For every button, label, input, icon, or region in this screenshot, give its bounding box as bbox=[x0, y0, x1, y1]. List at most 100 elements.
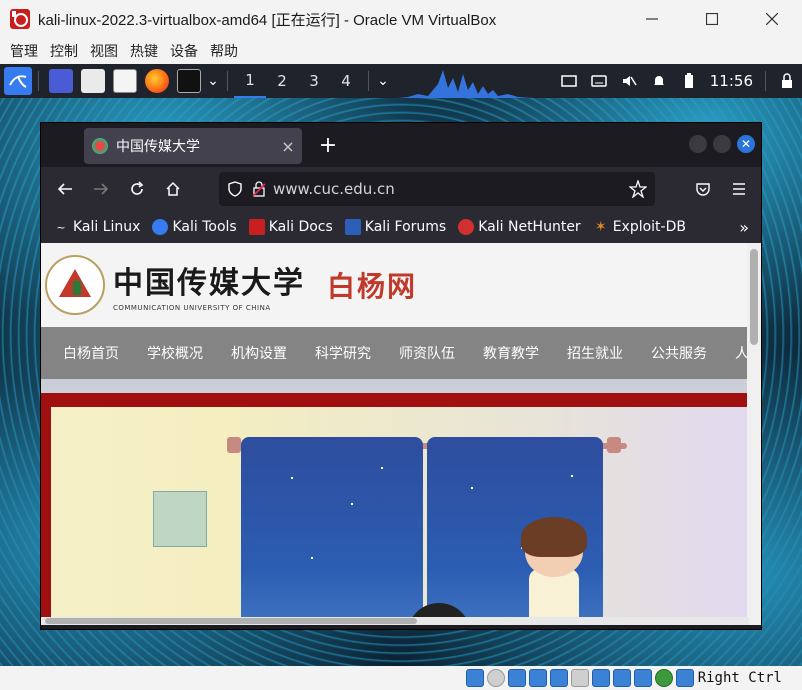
nav-departments[interactable]: 机构设置 bbox=[231, 343, 287, 363]
bookmark-label: Kali NetHunter bbox=[478, 219, 581, 235]
shared-folders-icon[interactable] bbox=[570, 669, 589, 687]
nav-faculty[interactable]: 师资队伍 bbox=[399, 343, 455, 363]
bookmarks-overflow-icon[interactable]: » bbox=[739, 218, 749, 237]
bookmark-exploit-db[interactable]: ✶ Exploit-DB bbox=[593, 219, 686, 235]
bookmark-kali-nethunter[interactable]: Kali NetHunter bbox=[458, 219, 581, 235]
nav-education[interactable]: 教育教学 bbox=[483, 343, 539, 363]
video-capture-icon[interactable] bbox=[612, 669, 631, 687]
nav-research[interactable]: 科学研究 bbox=[315, 343, 371, 363]
bookmark-star-icon[interactable] bbox=[629, 180, 647, 198]
notification-bell-icon[interactable] bbox=[644, 64, 674, 98]
horizontal-scroll-thumb[interactable] bbox=[45, 618, 417, 624]
forward-button[interactable] bbox=[83, 171, 119, 207]
star-decoration bbox=[381, 467, 383, 469]
window-titlebar: kali-linux-2022.3-virtualbox-amd64 [正在运行… bbox=[0, 0, 802, 38]
nav-admissions[interactable]: 招生就业 bbox=[567, 343, 623, 363]
chevron-down-icon[interactable]: ⌄ bbox=[375, 64, 391, 98]
vertical-scroll-thumb[interactable] bbox=[750, 249, 758, 345]
minimize-button[interactable] bbox=[622, 0, 682, 38]
web-page[interactable]: 中国传媒大学 COMMUNICATION UNIVERSITY OF CHINA… bbox=[41, 243, 749, 625]
firefox-launcher-icon[interactable] bbox=[145, 69, 169, 93]
reload-button[interactable] bbox=[119, 171, 155, 207]
workspace-1[interactable]: 1 bbox=[234, 64, 266, 98]
menu-help[interactable]: 帮助 bbox=[204, 41, 244, 61]
bookmark-label: Kali Linux bbox=[73, 219, 141, 235]
terminal-icon[interactable] bbox=[177, 69, 201, 93]
bookmark-kali-linux[interactable]: ~ Kali Linux bbox=[53, 219, 140, 235]
menu-manage[interactable]: 管理 bbox=[4, 41, 44, 61]
lock-icon[interactable] bbox=[772, 64, 802, 98]
insecure-lock-icon[interactable] bbox=[251, 181, 267, 197]
menu-devices[interactable]: 设备 bbox=[164, 41, 204, 61]
display-icon[interactable] bbox=[591, 669, 610, 687]
kali-dragon-icon: ~ bbox=[56, 220, 66, 234]
chevron-down-icon[interactable]: ⌄ bbox=[205, 64, 221, 98]
tab-close-icon[interactable]: × bbox=[274, 137, 302, 156]
battery-icon[interactable] bbox=[674, 64, 704, 98]
app-menu-button[interactable] bbox=[721, 171, 757, 207]
workspace-2[interactable]: 2 bbox=[266, 64, 298, 98]
file-manager-icon[interactable] bbox=[81, 69, 105, 93]
home-button[interactable] bbox=[155, 171, 191, 207]
site-logo[interactable]: 中国传媒大学 COMMUNICATION UNIVERSITY OF CHINA bbox=[113, 258, 305, 312]
mouse-integration-icon[interactable] bbox=[675, 669, 694, 687]
optical-drive-icon[interactable] bbox=[486, 669, 505, 687]
new-tab-button[interactable]: + bbox=[314, 133, 342, 158]
url-bar[interactable]: www.cuc.edu.cn bbox=[219, 172, 655, 206]
panel-clock[interactable]: 11:56 bbox=[704, 72, 759, 90]
speaker-muted-icon[interactable] bbox=[614, 64, 644, 98]
nav-services[interactable]: 公共服务 bbox=[651, 343, 707, 363]
site-name[interactable]: 白杨网 bbox=[327, 265, 417, 305]
nav-home[interactable]: 白杨首页 bbox=[63, 343, 119, 363]
guest-display[interactable]: ⌄ 1 2 3 4 ⌄ 11:56 中国传媒大学 × + ✕ www.cuc.e… bbox=[0, 64, 802, 666]
display-icon[interactable] bbox=[554, 64, 584, 98]
panel-separator bbox=[765, 71, 766, 91]
kali-docs-icon bbox=[248, 219, 265, 235]
maximize-button[interactable] bbox=[682, 0, 742, 38]
curtain-left bbox=[241, 437, 423, 625]
shield-icon[interactable] bbox=[227, 181, 243, 197]
keyboard-icon[interactable] bbox=[584, 64, 614, 98]
workspace-4[interactable]: 4 bbox=[330, 64, 362, 98]
bookmark-kali-tools[interactable]: Kali Tools bbox=[152, 219, 237, 235]
star-decoration bbox=[311, 557, 313, 559]
curtain-rod-end bbox=[227, 437, 241, 453]
bookmark-label: Kali Docs bbox=[268, 219, 333, 235]
university-emblem-icon[interactable] bbox=[45, 255, 105, 315]
hero-illustration[interactable]: ‹ bbox=[51, 407, 749, 625]
site-navigation: 白杨首页 学校概况 机构设置 科学研究 师资队伍 教育教学 招生就业 公共服务 … bbox=[41, 327, 749, 379]
terminal-launcher-icon[interactable] bbox=[49, 69, 73, 93]
window-controls bbox=[622, 0, 802, 38]
close-button[interactable]: ✕ bbox=[737, 135, 755, 153]
logo-english-name: COMMUNICATION UNIVERSITY OF CHINA bbox=[113, 304, 271, 312]
bookmark-kali-docs[interactable]: Kali Docs bbox=[248, 219, 333, 235]
firefox-window-controls: ✕ bbox=[683, 135, 755, 153]
usb-icon[interactable] bbox=[549, 669, 568, 687]
horizontal-scrollbar[interactable] bbox=[41, 617, 749, 625]
menu-hotkeys[interactable]: 热键 bbox=[124, 41, 164, 61]
bookmark-kali-forums[interactable]: Kali Forums bbox=[344, 219, 446, 235]
bookmarks-toolbar: ~ Kali Linux Kali Tools Kali Docs Kali F… bbox=[41, 211, 761, 243]
text-editor-icon[interactable] bbox=[113, 69, 137, 93]
maximize-button[interactable] bbox=[713, 135, 731, 153]
virtualization-icon[interactable] bbox=[633, 669, 652, 687]
vertical-scrollbar[interactable] bbox=[747, 243, 761, 625]
audio-icon[interactable] bbox=[507, 669, 526, 687]
back-button[interactable] bbox=[47, 171, 83, 207]
browser-tab[interactable]: 中国传媒大学 × bbox=[84, 128, 302, 164]
menu-control[interactable]: 控制 bbox=[44, 41, 84, 61]
kali-menu-button[interactable] bbox=[4, 67, 32, 95]
menu-view[interactable]: 视图 bbox=[84, 41, 124, 61]
close-button[interactable] bbox=[742, 0, 802, 38]
nav-about[interactable]: 学校概况 bbox=[147, 343, 203, 363]
url-text[interactable]: www.cuc.edu.cn bbox=[273, 180, 629, 198]
pocket-button[interactable] bbox=[685, 171, 721, 207]
minimize-button[interactable] bbox=[689, 135, 707, 153]
vm-status-bar: Right Ctrl bbox=[0, 666, 802, 690]
firefox-window: 中国传媒大学 × + ✕ www.cuc.edu.cn ~ Kali Linux… bbox=[40, 122, 762, 630]
hard-disk-icon[interactable] bbox=[465, 669, 484, 687]
guest-additions-icon[interactable] bbox=[654, 669, 673, 687]
home-icon bbox=[166, 181, 180, 196]
network-icon[interactable] bbox=[528, 669, 547, 687]
workspace-3[interactable]: 3 bbox=[298, 64, 330, 98]
